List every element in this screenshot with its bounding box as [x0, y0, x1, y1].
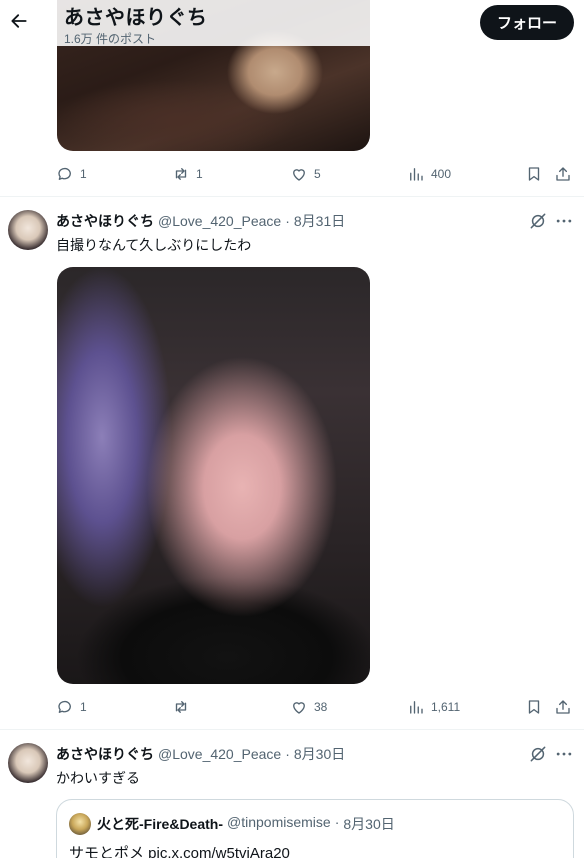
- repost-button[interactable]: [172, 695, 196, 719]
- tweet-divider: [0, 196, 584, 197]
- bookmark-button[interactable]: [525, 162, 543, 186]
- tweet-divider: [0, 729, 584, 730]
- grok-icon[interactable]: [528, 744, 548, 764]
- share-button[interactable]: [554, 162, 572, 186]
- back-arrow-icon: [11, 14, 27, 28]
- quote-date: 8月30日: [343, 816, 395, 832]
- bookmark-icon: [528, 167, 540, 181]
- quote-text: サモとポメ pic.x.com/w5tvjAra20: [69, 845, 290, 858]
- meta-separator: ·: [334, 814, 340, 830]
- repost-icon: [175, 168, 187, 180]
- share-icon: [556, 700, 570, 714]
- meta-separator: ·: [285, 746, 290, 762]
- avatar[interactable]: [8, 743, 48, 783]
- reply-icon: [58, 700, 71, 713]
- profile-header: あさやほりぐち 1.6万 件のポスト フォロー: [0, 0, 584, 46]
- reply-button[interactable]: 1: [56, 695, 87, 719]
- reply-count: 1: [80, 700, 87, 714]
- quote-avatar: [69, 813, 91, 835]
- author-name[interactable]: あさやほりぐち: [56, 211, 154, 231]
- grok-icon[interactable]: [528, 211, 548, 231]
- tweet-3-meta: あさやほりぐち @Love_420_Peace · 8月30日: [56, 744, 345, 764]
- tweet-date[interactable]: 8月30日: [294, 744, 345, 764]
- author-handle[interactable]: @Love_420_Peace: [158, 213, 281, 229]
- page-title: あさやほりぐち: [64, 7, 208, 29]
- avatar[interactable]: [8, 210, 48, 250]
- back-button[interactable]: [6, 6, 32, 36]
- quote-meta: 火と死-Fire&Death- @tinpomisemise · 8月30日: [97, 814, 395, 834]
- repost-icon: [175, 701, 187, 713]
- more-icon[interactable]: [554, 211, 574, 231]
- reply-count: 1: [80, 167, 87, 181]
- tweet-2-actions: 1 38 1,611: [56, 695, 576, 719]
- views-button[interactable]: 1,611: [407, 695, 460, 719]
- meta-separator: ·: [285, 213, 290, 229]
- views-icon: [410, 168, 423, 181]
- more-icon[interactable]: [554, 744, 574, 764]
- tweet-date[interactable]: 8月31日: [294, 211, 345, 231]
- tweet-1-actions: 1 1 5 400: [56, 162, 576, 186]
- like-button[interactable]: 5: [290, 162, 321, 186]
- repost-button[interactable]: 1: [172, 162, 203, 186]
- tweet-text: かわいすぎる: [56, 770, 140, 786]
- tweet-text: 自撮りなんて久しぶりにしたわ: [56, 237, 252, 253]
- share-icon: [556, 167, 570, 181]
- views-count: 400: [431, 167, 452, 181]
- like-icon: [293, 169, 305, 181]
- tweet-2-photo[interactable]: [57, 267, 370, 684]
- like-count: 5: [314, 167, 321, 181]
- like-button[interactable]: 38: [290, 695, 327, 719]
- bookmark-button[interactable]: [525, 695, 543, 719]
- quote-author-name: 火と死-Fire&Death-: [97, 816, 224, 832]
- repost-count: 1: [196, 167, 203, 181]
- like-icon: [293, 702, 305, 714]
- views-button[interactable]: 400: [407, 162, 451, 186]
- reply-button[interactable]: 1: [56, 162, 87, 186]
- author-handle[interactable]: @Love_420_Peace: [158, 746, 281, 762]
- follow-button[interactable]: フォロー: [480, 5, 574, 40]
- quote-tweet[interactable]: 火と死-Fire&Death- @tinpomisemise · 8月30日 サ…: [56, 799, 574, 858]
- quote-author-handle: @tinpomisemise: [227, 814, 331, 830]
- bookmark-icon: [528, 700, 540, 714]
- like-count: 38: [314, 700, 328, 714]
- share-button[interactable]: [554, 695, 572, 719]
- views-icon: [410, 701, 423, 714]
- views-count: 1,611: [431, 700, 461, 714]
- post-count: 1.6万 件のポスト: [64, 32, 157, 46]
- tweet-2-meta: あさやほりぐち @Love_420_Peace · 8月31日: [56, 211, 345, 231]
- author-name[interactable]: あさやほりぐち: [56, 744, 154, 764]
- reply-icon: [58, 167, 71, 180]
